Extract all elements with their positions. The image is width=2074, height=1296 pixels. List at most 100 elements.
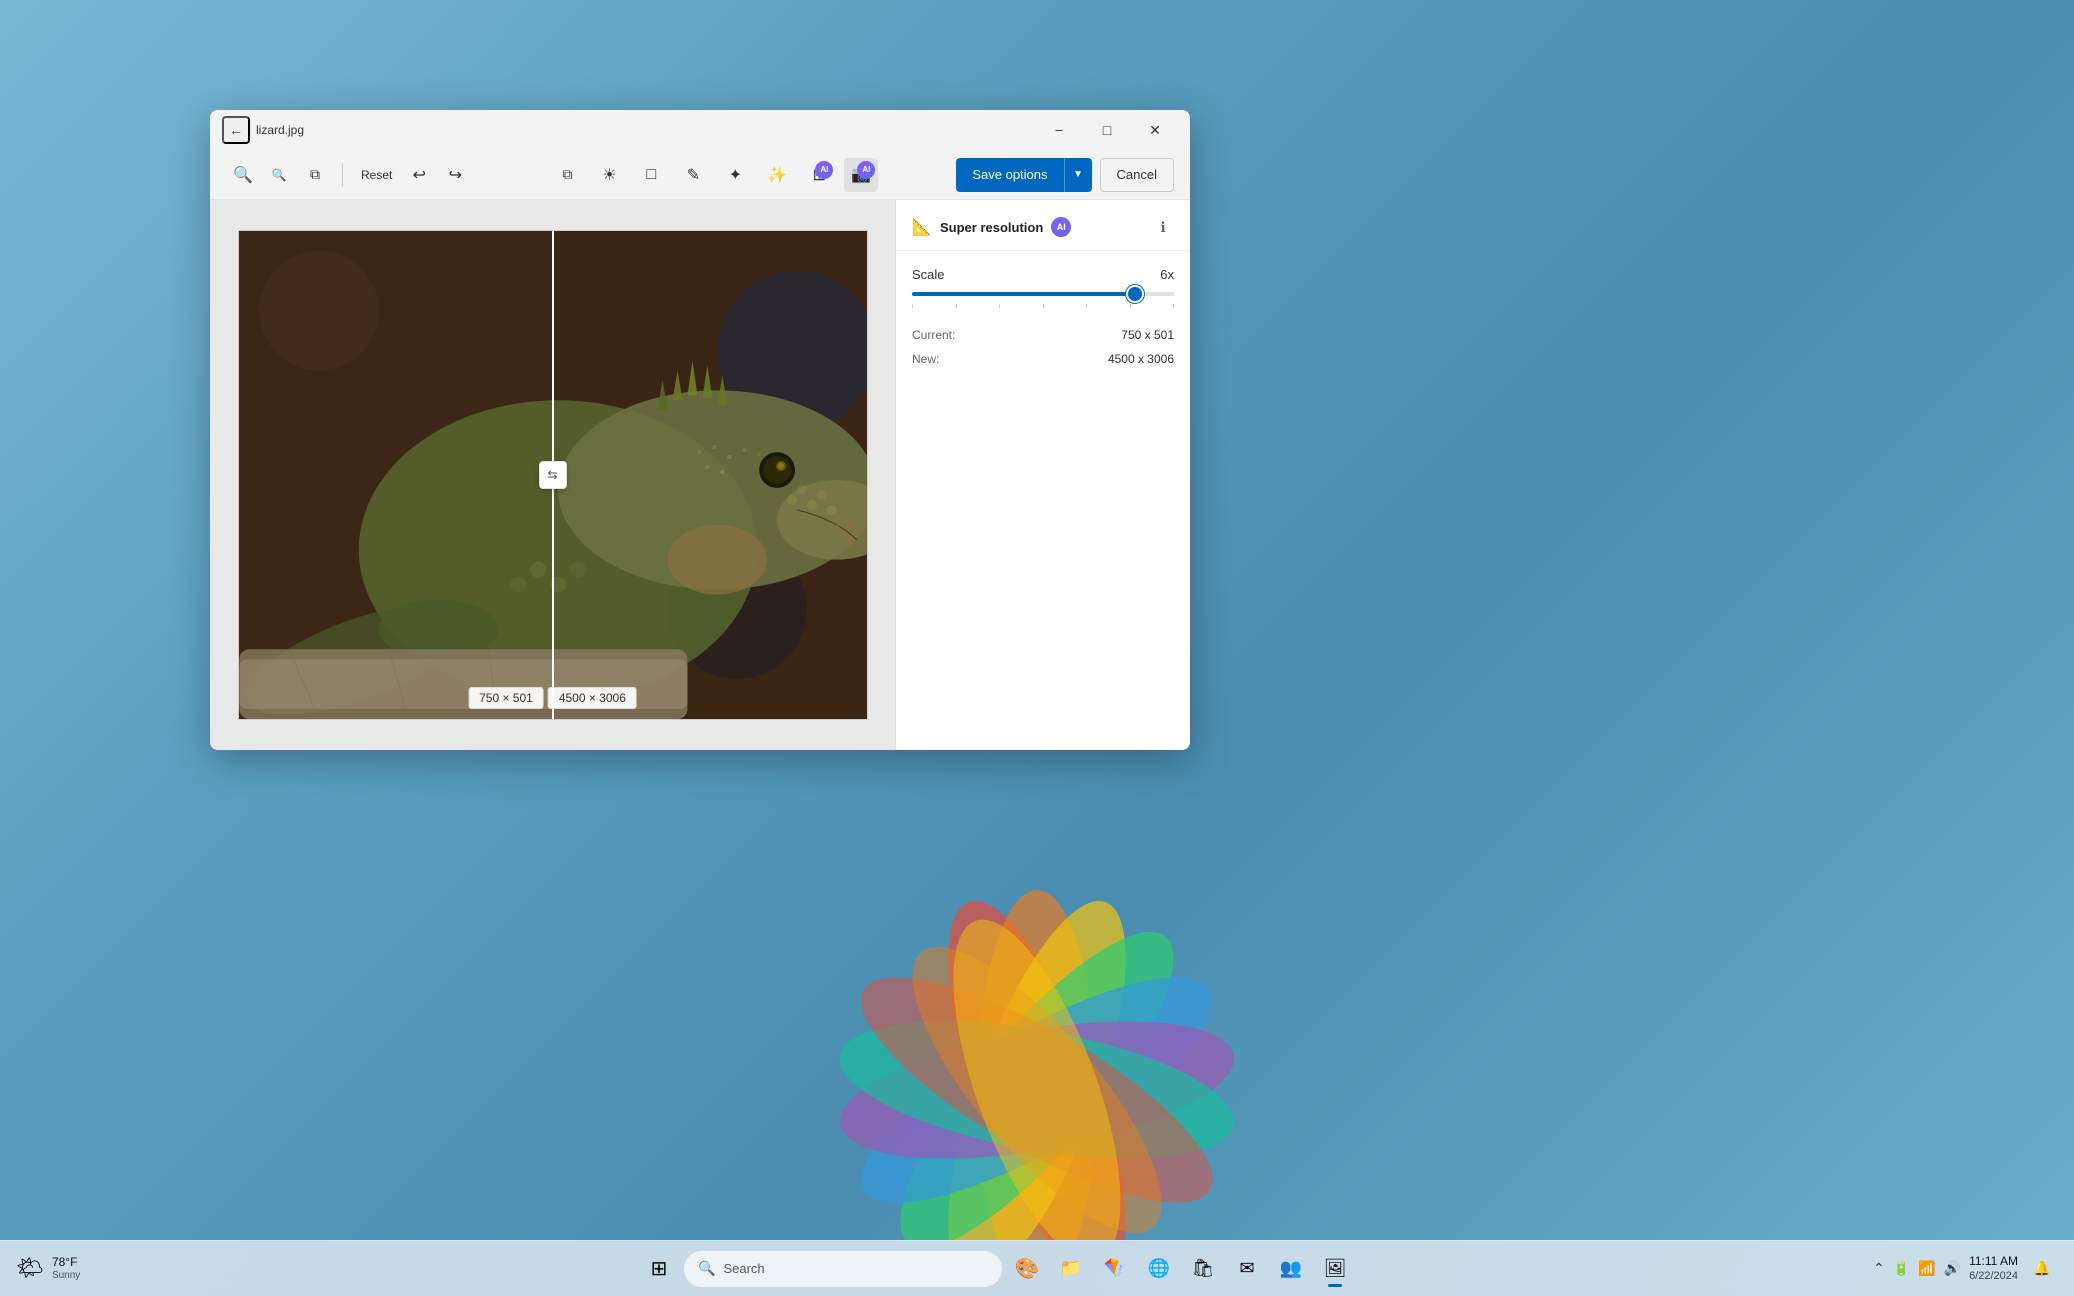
split-handle[interactable]: ⇆ [539, 461, 567, 489]
zoom-in-button[interactable]: 🔍 [226, 158, 260, 192]
slider-fill [912, 292, 1135, 296]
save-options-button[interactable]: Save options [956, 158, 1063, 192]
current-size-row: Current: 750 x 501 [912, 328, 1174, 342]
tick-7 [1173, 304, 1174, 308]
network-icon: 📶 [1918, 1260, 1935, 1277]
image-area: ⇆ 750 × 501 4500 × 3006 [210, 200, 895, 750]
filename-label: lizard.jpg [256, 123, 1036, 137]
toolbar: 🔍 🔍 ⧉ Reset ↩ ↪ ⧉ ☀ [210, 150, 1190, 200]
taskbar-app-edge[interactable]: 🌐 [1139, 1249, 1179, 1289]
panel-resolution-icon: 📐 [912, 217, 932, 237]
tick-6 [1130, 304, 1131, 308]
split-arrows-icon: ⇆ [547, 468, 557, 482]
panel-content: Scale 6x [896, 251, 1190, 750]
remove-bg-icon: ✦ [729, 165, 742, 185]
tick-5 [1086, 304, 1087, 308]
clock-date: 6/22/2024 [1969, 1269, 2018, 1283]
reset-button[interactable]: Reset [353, 158, 400, 192]
slider-track[interactable] [912, 292, 1174, 296]
panel-info-button[interactable]: ℹ [1152, 216, 1174, 238]
clock-time: 11:11 AM [1969, 1254, 2018, 1270]
minimize-button[interactable]: − [1036, 114, 1082, 146]
adjust-button[interactable]: ☀ [592, 158, 626, 192]
crop-button[interactable]: ⧉ [550, 158, 584, 192]
cancel-button[interactable]: Cancel [1100, 158, 1174, 192]
system-clock[interactable]: 11:11 AM 6/22/2024 [1969, 1254, 2018, 1284]
back-button[interactable]: ← [222, 116, 250, 144]
taskbar-app-teams[interactable]: 👥 [1271, 1249, 1311, 1289]
erase-icon: □ [647, 166, 657, 184]
chevron-down-icon: ▼ [1073, 169, 1083, 180]
notification-icon: 🔔 [2033, 1260, 2050, 1277]
current-label: Current: [912, 328, 955, 342]
volume-icon[interactable]: 🔊 [1944, 1260, 1961, 1277]
adjust-icon: ☀ [602, 165, 616, 185]
main-content: ⇆ 750 × 501 4500 × 3006 📐 Super resoluti… [210, 200, 1190, 750]
copilot-icon: 🪁 [1104, 1258, 1126, 1279]
fit-screen-button[interactable]: ⧉ [298, 158, 332, 192]
photo-editor-icon: 🖼 [1324, 1258, 1347, 1279]
edge-icon: 🌐 [1148, 1258, 1170, 1279]
taskbar: 🌤 78°F Sunny ⊞ 🔍 Search 🎨 📁 🪁 🌐 [0, 1240, 2074, 1296]
toolbar-right: Save options ▼ Cancel [956, 158, 1174, 192]
crop-icon: ⧉ [562, 166, 572, 183]
side-panel: 📐 Super resolution AI ℹ Scale 6x [895, 200, 1190, 750]
original-size-label: 750 × 501 [468, 687, 544, 709]
notification-button[interactable]: 🔔 [2026, 1253, 2058, 1285]
redo-icon: ↪ [449, 165, 462, 185]
store-icon: 🛍 [1192, 1258, 1215, 1279]
redo-button[interactable]: ↪ [438, 158, 472, 192]
erase-button[interactable]: □ [634, 158, 668, 192]
scale-value: 6x [1160, 267, 1174, 282]
new-size-label: 4500 × 3006 [548, 687, 637, 709]
weather-temperature: 78°F [52, 1255, 80, 1269]
reset-label: Reset [361, 168, 392, 182]
panel-title-group: 📐 Super resolution AI [912, 217, 1071, 237]
panel-ai-badge: AI [1051, 217, 1071, 237]
taskbar-app-copilot[interactable]: 🪁 [1095, 1249, 1135, 1289]
effects-button[interactable]: ✨ [760, 158, 794, 192]
panel-header: 📐 Super resolution AI ℹ [896, 200, 1190, 251]
paint-icon: 🎨 [1015, 1256, 1040, 1281]
taskbar-app-photo-editor[interactable]: 🖼 [1315, 1249, 1355, 1289]
save-button-group: Save options ▼ [956, 158, 1091, 192]
taskbar-app-explorer[interactable]: 📁 [1051, 1249, 1091, 1289]
current-value: 750 x 501 [1121, 328, 1174, 342]
close-button[interactable]: ✕ [1132, 114, 1178, 146]
teams-icon: 👥 [1280, 1258, 1302, 1279]
slider-thumb[interactable] [1128, 287, 1142, 301]
draw-icon: ✎ [687, 165, 700, 185]
image-labels: 750 × 501 4500 × 3006 [468, 687, 637, 709]
toolbar-left: 🔍 🔍 ⧉ Reset ↩ ↪ [226, 158, 472, 192]
tick-3 [999, 304, 1000, 308]
scale-label: Scale [912, 267, 945, 282]
fit-screen-icon: ⧉ [310, 166, 320, 183]
remove-bg-button[interactable]: ✦ [718, 158, 752, 192]
taskbar-center: ⊞ 🔍 Search 🎨 📁 🪁 🌐 🛍 ✉ 👥 🖼 [136, 1249, 1858, 1289]
new-value: 4500 x 3006 [1108, 352, 1174, 366]
taskbar-app-paint[interactable]: 🎨 [1007, 1249, 1047, 1289]
save-options-dropdown[interactable]: ▼ [1064, 158, 1092, 192]
zoom-out-button[interactable]: 🔍 [262, 158, 296, 192]
taskbar-app-store[interactable]: 🛍 [1183, 1249, 1223, 1289]
info-icon: ℹ [1160, 219, 1165, 236]
undo-icon: ↩ [413, 165, 426, 185]
new-label: New: [912, 352, 939, 366]
lizard-container: ⇆ 750 × 501 4500 × 3006 [238, 230, 868, 720]
undo-button[interactable]: ↩ [402, 158, 436, 192]
start-button[interactable]: ⊞ [639, 1249, 679, 1289]
tick-4 [1043, 304, 1044, 308]
generative-button[interactable]: ⊞ AI [802, 158, 836, 192]
super-resolution-button[interactable]: 📷 AI [844, 158, 878, 192]
maximize-button[interactable]: □ [1084, 114, 1130, 146]
taskbar-app-mail[interactable]: ✉ [1227, 1249, 1267, 1289]
windows-logo-icon: ⊞ [651, 1256, 668, 1281]
weather-info: 78°F Sunny [52, 1255, 80, 1281]
title-bar: ← lizard.jpg − □ ✕ [210, 110, 1190, 150]
draw-button[interactable]: ✎ [676, 158, 710, 192]
super-resolution-ai-badge: AI [857, 161, 875, 179]
tick-2 [956, 304, 957, 308]
chevron-up-icon[interactable]: ⌃ [1873, 1260, 1885, 1277]
search-bar[interactable]: 🔍 Search [683, 1250, 1003, 1288]
generative-ai-badge: AI [815, 161, 833, 179]
